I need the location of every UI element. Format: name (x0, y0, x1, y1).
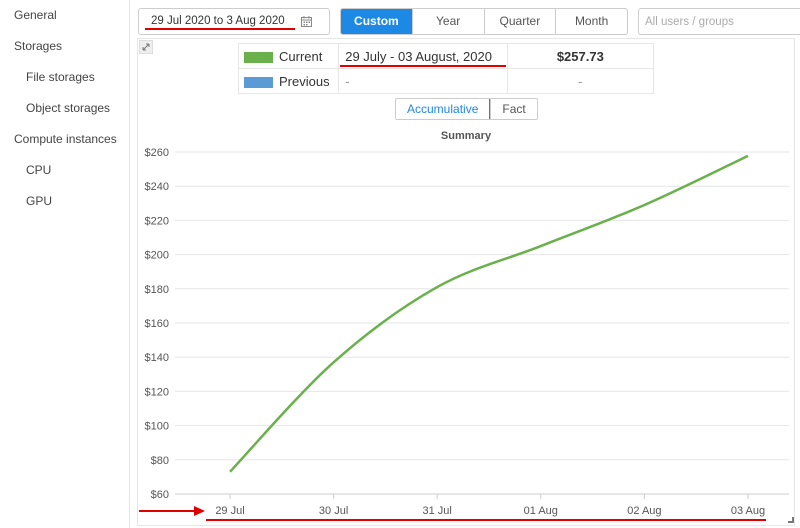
expand-icon[interactable] (139, 40, 153, 54)
series-line-current (229, 154, 749, 473)
accumulative-toggle-button[interactable]: Accumulative (395, 99, 491, 119)
sidebar: General Storages File storages Object st… (0, 0, 130, 528)
y-tick-label: $120 (145, 386, 169, 398)
sidebar-item-storages[interactable]: Storages (0, 31, 129, 62)
date-range-picker[interactable]: 29 Jul 2020 to 3 Aug 2020 (138, 8, 330, 35)
period-year-button[interactable]: Year (413, 9, 485, 34)
legend-current-label: Current (279, 48, 323, 64)
x-tick-label: 03 Aug (731, 505, 765, 517)
y-tick-label: $100 (145, 421, 169, 433)
y-tick-label: $60 (151, 489, 169, 501)
x-axis: 29 Jul 30 Jul 31 Jul 01 Aug 02 Aug 03 Aug (215, 494, 765, 517)
x-tick-label: 02 Aug (627, 505, 661, 517)
legend-previous-range: - (338, 68, 508, 94)
y-tick-label: $160 (145, 318, 169, 330)
x-axis-annotation-arrow (139, 506, 205, 516)
sidebar-item-label: File storages (26, 70, 95, 84)
date-range-text: 29 Jul 2020 to 3 Aug 2020 (151, 15, 285, 27)
calendar-icon[interactable] (301, 16, 312, 27)
current-swatch (244, 51, 273, 63)
sidebar-item-file-storages[interactable]: File storages (0, 62, 129, 93)
sidebar-item-cpu[interactable]: CPU (0, 155, 129, 186)
y-axis: $60 $80 $100 $120 $140 $160 $180 $200 $220 $240 $2… (145, 147, 169, 501)
sidebar-item-label: Object storages (26, 101, 111, 115)
y-tick-label: $200 (145, 250, 169, 262)
sidebar-item-gpu[interactable]: GPU (0, 186, 129, 217)
mode-toggle: Accumulative Fact (395, 98, 538, 120)
sidebar-item-label: GPU (26, 194, 53, 208)
legend-row-previous: Previous - - (237, 68, 655, 94)
legend-name-cell: Current (237, 43, 340, 69)
x-tick-label: 29 Jul (215, 505, 244, 517)
sidebar-item-label: CPU (26, 163, 52, 177)
y-tick-label: $220 (145, 215, 169, 227)
legend-range-annotation (340, 65, 506, 67)
x-axis-annotation-underline (206, 519, 766, 521)
legend-previous-label: Previous (279, 73, 330, 89)
period-selector: Custom Year Quarter Month (340, 8, 628, 35)
y-tick-label: $140 (145, 352, 169, 364)
sidebar-item-compute-instances[interactable]: Compute instances (0, 124, 129, 155)
period-month-button[interactable]: Month (556, 9, 627, 34)
chart-series (229, 154, 749, 473)
legend-current-cost: $257.73 (506, 43, 655, 69)
y-tick-label: $180 (145, 284, 169, 296)
period-quarter-button[interactable]: Quarter (485, 9, 557, 34)
sidebar-item-label: Compute instances (14, 132, 117, 146)
sidebar-item-label: Storages (14, 39, 63, 53)
sidebar-item-general[interactable]: General (0, 0, 129, 31)
period-custom-button[interactable]: Custom (341, 9, 413, 34)
x-tick-label: 01 Aug (524, 505, 558, 517)
legend-previous-cost: - (506, 68, 655, 94)
sidebar-item-object-storages[interactable]: Object storages (0, 93, 129, 124)
sidebar-item-label: General (14, 8, 57, 22)
x-tick-label: 30 Jul (319, 505, 348, 517)
chart-title: Summary (441, 130, 492, 142)
y-tick-label: $260 (145, 147, 169, 159)
cost-legend-table: Current 29 July - 03 August, 2020 $257.7… (237, 43, 655, 94)
legend-name-cell: Previous (237, 68, 340, 94)
fact-toggle-button[interactable]: Fact (490, 99, 537, 119)
x-tick-label: 31 Jul (423, 505, 452, 517)
previous-swatch (244, 76, 273, 88)
summary-chart: Summary $60 $80 $100 $120 $140 $160 $180 $200 $2… (145, 130, 789, 517)
date-range-annotation (145, 28, 295, 30)
chart-grid (175, 151, 789, 495)
resize-handle[interactable] (788, 517, 794, 523)
y-tick-label: $240 (145, 181, 169, 193)
y-tick-label: $80 (151, 455, 169, 467)
users-groups-filter-input[interactable] (638, 8, 800, 35)
